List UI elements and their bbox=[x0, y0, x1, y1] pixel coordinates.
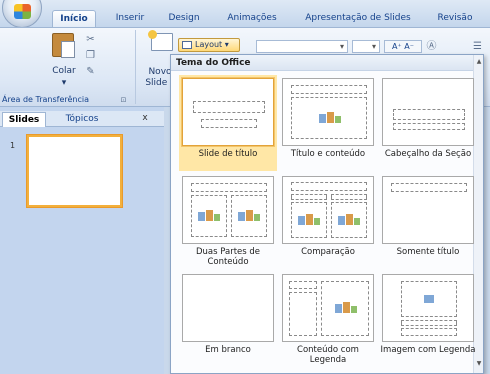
content-icons bbox=[198, 210, 220, 222]
content-icons bbox=[335, 302, 357, 314]
tab-inicio[interactable]: Início bbox=[52, 10, 96, 27]
layout-item-cabecalho-da-secao[interactable]: Cabeçalho da Seção bbox=[379, 75, 477, 171]
picture-placeholder bbox=[401, 281, 457, 317]
left-content-placeholder bbox=[291, 202, 327, 238]
paste-button-label[interactable]: Colar bbox=[44, 66, 84, 76]
layout-icon bbox=[182, 41, 192, 49]
layout-item-duas-partes-de-conteudo[interactable]: Duas Partes de Conteúdo bbox=[179, 173, 277, 269]
tab-slides[interactable]: Slides bbox=[2, 112, 46, 127]
text-placeholder bbox=[393, 123, 465, 130]
font-name-box[interactable]: ▾ bbox=[256, 40, 348, 53]
font-name-dropdown-arrow[interactable]: ▾ bbox=[340, 41, 344, 52]
format-painter-icon[interactable]: ✎ bbox=[85, 66, 96, 77]
bullets-icon[interactable]: ☰ bbox=[472, 41, 483, 52]
title-placeholder bbox=[193, 101, 265, 113]
font-grow-shrink-buttons[interactable]: A⁺ A⁻ bbox=[384, 40, 422, 53]
layout-item-em-branco[interactable]: Em branco bbox=[179, 271, 277, 367]
scissors-icon[interactable]: ✂ bbox=[85, 34, 96, 45]
layout-item-slide-de-titulo[interactable]: Slide de título bbox=[179, 75, 277, 171]
slide-thumbnail[interactable] bbox=[27, 135, 122, 207]
slides-pane-tabs: Slides Tópicos x bbox=[0, 111, 164, 127]
layout-label: Slide de título bbox=[198, 149, 258, 159]
scroll-up-icon[interactable]: ▲ bbox=[474, 57, 484, 67]
title-placeholder bbox=[291, 85, 367, 94]
layout-label: Duas Partes de Conteúdo bbox=[195, 247, 261, 267]
right-content-placeholder bbox=[231, 195, 267, 237]
group-divider bbox=[135, 30, 136, 104]
layout-thumbnail bbox=[182, 78, 274, 146]
layout-label: Conteúdo com Legenda bbox=[297, 345, 359, 365]
content-placeholder bbox=[321, 281, 369, 336]
tab-design[interactable]: Design bbox=[164, 10, 204, 27]
font-size-box[interactable]: ▾ bbox=[352, 40, 380, 53]
new-slide-icon[interactable] bbox=[148, 30, 173, 51]
tab-revisao[interactable]: Revisão bbox=[430, 10, 480, 27]
tab-topicos[interactable]: Tópicos bbox=[52, 112, 112, 127]
paste-dropdown-arrow[interactable]: ▾ bbox=[44, 78, 84, 88]
left-content-placeholder bbox=[191, 195, 227, 237]
gallery-header: Tema do Office bbox=[171, 55, 483, 71]
ribbon-tab-strip: Início Inserir Design Animações Apresent… bbox=[0, 0, 490, 28]
layout-thumbnail bbox=[382, 274, 474, 342]
slide-number: 1 bbox=[10, 141, 16, 150]
office-button[interactable] bbox=[2, 0, 42, 28]
layout-thumbnail bbox=[382, 78, 474, 146]
content-placeholder bbox=[291, 97, 367, 139]
layout-item-imagem-com-legenda[interactable]: Imagem com Legenda bbox=[379, 271, 477, 367]
layout-label: Imagem com Legenda bbox=[380, 345, 476, 355]
title-placeholder bbox=[401, 320, 457, 326]
content-icons bbox=[319, 112, 341, 124]
layout-label: Comparação bbox=[301, 247, 355, 257]
title-placeholder bbox=[291, 182, 367, 191]
layout-gallery: Tema do Office ▲ ▼ Slide de título Títul… bbox=[170, 54, 484, 374]
copy-icon[interactable]: ❐ bbox=[85, 50, 96, 61]
paste-icon[interactable] bbox=[52, 33, 75, 58]
title-placeholder bbox=[391, 183, 467, 192]
title-placeholder bbox=[393, 109, 465, 120]
caption-placeholder bbox=[289, 292, 317, 336]
tab-animacoes[interactable]: Animações bbox=[222, 10, 282, 27]
slides-pane: Slides Tópicos x 1 bbox=[0, 107, 164, 374]
layout-thumbnail bbox=[182, 176, 274, 244]
content-icons bbox=[298, 214, 320, 226]
tab-apresentacao-de-slides[interactable]: Apresentação de Slides bbox=[298, 10, 418, 27]
font-size-dropdown-arrow[interactable]: ▾ bbox=[372, 41, 376, 52]
layout-label: Cabeçalho da Seção bbox=[384, 149, 472, 159]
layout-thumbnail bbox=[282, 274, 374, 342]
layout-label: Título e conteúdo bbox=[290, 149, 366, 159]
clear-format-icon[interactable]: Ⓐ bbox=[426, 41, 437, 52]
layout-thumbnail bbox=[182, 274, 274, 342]
layout-button[interactable]: Layout ▾ bbox=[178, 38, 240, 52]
content-icons bbox=[338, 214, 360, 226]
title-placeholder bbox=[191, 183, 267, 192]
left-heading-placeholder bbox=[291, 194, 327, 200]
tab-inserir[interactable]: Inserir bbox=[110, 10, 150, 27]
caption-placeholder bbox=[401, 328, 457, 336]
layout-item-somente-titulo[interactable]: Somente título bbox=[379, 173, 477, 269]
layout-thumbnail bbox=[282, 176, 374, 244]
close-pane-icon[interactable]: x bbox=[139, 111, 151, 126]
layout-item-comparacao[interactable]: Comparação bbox=[279, 173, 377, 269]
clipboard-group-label: Área de Transferência bbox=[2, 95, 90, 104]
office-logo-icon bbox=[14, 4, 31, 19]
layout-button-label: Layout ▾ bbox=[195, 40, 229, 49]
layout-label: Somente título bbox=[396, 247, 460, 257]
content-icons bbox=[238, 210, 260, 222]
layout-thumbnail bbox=[282, 78, 374, 146]
layout-label: Em branco bbox=[205, 345, 251, 355]
right-content-placeholder bbox=[331, 202, 367, 238]
picture-icon bbox=[424, 295, 434, 303]
dialog-launcher-icon[interactable]: ⊡ bbox=[118, 95, 129, 106]
right-heading-placeholder bbox=[331, 194, 367, 200]
layout-item-conteudo-com-legenda[interactable]: Conteúdo com Legenda bbox=[279, 271, 377, 367]
subtitle-placeholder bbox=[201, 119, 257, 128]
layout-item-titulo-e-conteudo[interactable]: Título e conteúdo bbox=[279, 75, 377, 171]
layout-thumbnail bbox=[382, 176, 474, 244]
title-placeholder bbox=[289, 281, 317, 289]
